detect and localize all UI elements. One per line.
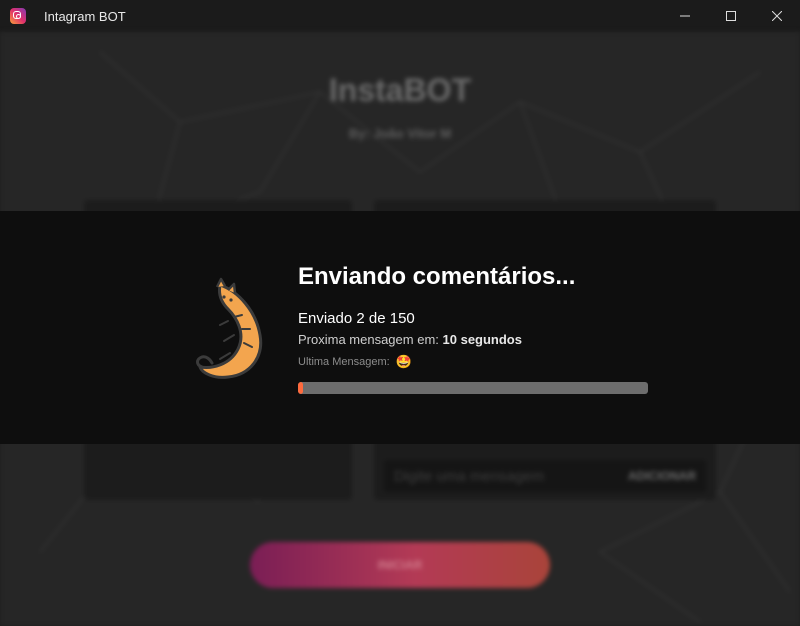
maximize-button[interactable] [708,0,754,32]
start-button[interactable]: INICIAR [250,542,550,588]
maximize-icon [726,11,736,21]
next-message-label: Proxima mensagem em: [298,332,439,347]
dialog-title: Enviando comentários... [298,263,576,290]
message-input[interactable]: Digite uma mensagem [394,468,544,485]
last-message-label: Ultima Mensagem: [298,356,390,368]
next-message-timer: Proxima mensagem em: 10 segundos [298,332,522,347]
start-button-label: INICIAR [377,558,423,572]
sent-count: Enviado 2 de 150 [298,310,415,327]
app-title: InstaBOT [328,72,472,108]
progress-bar-fill [298,382,303,394]
next-message-value: 10 segundos [442,332,522,347]
app-author: By: João Vitor M [348,126,452,141]
last-message: Ultima Mensagem: 🤩 [298,354,412,370]
progress-bar [298,382,648,394]
title-bar: Intagram BOT [0,0,800,32]
cat-icon [196,277,263,379]
message-input-row: Digite uma mensagem ADICIONAR [384,460,706,492]
window-controls [662,0,800,32]
minimize-icon [680,15,690,17]
add-button[interactable]: ADICIONAR [628,469,696,483]
last-message-emoji: 🤩 [395,354,412,369]
close-button[interactable] [754,0,800,32]
minimize-button[interactable] [662,0,708,32]
instagram-icon [10,8,26,24]
sending-dialog: Enviando comentários... Enviado 2 de 150… [0,211,800,444]
close-icon [772,11,782,21]
window-title: Intagram BOT [44,8,126,24]
